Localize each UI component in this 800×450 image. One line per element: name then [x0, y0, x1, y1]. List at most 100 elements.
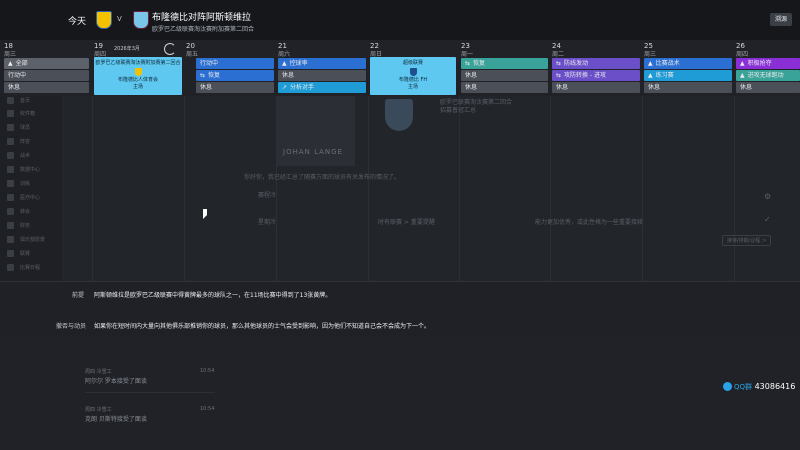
versus-label: V	[117, 15, 122, 23]
calendar-slot[interactable]: ⇆ 恢复	[196, 70, 274, 81]
calendar-slot[interactable]: ▲ 积极抢夺	[736, 58, 800, 69]
calendar-slot[interactable]: ↗ 分析对手	[278, 82, 366, 93]
calendar-slot[interactable]: ▲ 比赛战术	[644, 58, 732, 69]
calendar-slot[interactable]: ▲ 进攻无球跑动	[736, 70, 800, 81]
match-card[interactable]: 欧罗巴乙级联赛淘汰赛附加赛第二回合 布隆德比人体育会 主场	[94, 57, 182, 95]
calendar-day: 22 周日 超级联赛 布隆德比 FH 主场	[370, 40, 456, 96]
nav-item[interactable]: 俱乐部愿景	[20, 236, 45, 243]
analysis-icon: ↗	[282, 84, 288, 91]
calendar-slot[interactable]: ⇆ 恢复	[461, 58, 548, 69]
match-card[interactable]: 超级联赛 布隆德比 FH 主场	[370, 57, 456, 95]
match-opponent: 布隆德比人体育会	[117, 77, 158, 83]
day-header: 25 周三	[644, 42, 657, 58]
loading-spinner-icon	[164, 43, 176, 55]
grid-line	[550, 96, 551, 281]
check-icon[interactable]: ✓	[764, 215, 771, 224]
match-competition: 欧罗巴乙级联赛淘汰赛附加赛第二回合	[95, 60, 181, 66]
session-icon: ▲	[8, 60, 13, 67]
data-icon	[7, 166, 14, 173]
day-header: 26 周四	[736, 42, 749, 58]
nav-item[interactable]: 转会	[20, 208, 30, 215]
calendar-slot[interactable]: 休息	[461, 70, 548, 81]
mouse-cursor-icon	[203, 209, 207, 219]
calendar-slot[interactable]: 休息	[644, 82, 732, 93]
today-button[interactable]: 今天	[68, 14, 86, 27]
grid-line	[642, 96, 643, 281]
nav-item[interactable]: 数据中心	[20, 166, 40, 173]
training-icon	[7, 180, 14, 187]
transfer-icon	[7, 208, 14, 215]
calendar-slot[interactable]: 行动中	[196, 58, 274, 69]
calendar-slot[interactable]: ▲ 全部	[4, 58, 89, 69]
swap-icon: ⇆	[556, 72, 562, 79]
qq-number: 43086416	[754, 382, 796, 391]
nav-item[interactable]: 联赛	[20, 250, 30, 257]
nav-item[interactable]: 首页	[20, 97, 30, 104]
nav-item[interactable]: 财务	[20, 222, 30, 229]
divider	[85, 392, 215, 393]
club-crest-icon	[134, 68, 142, 76]
calendar-day: 20 周五 行动中 ⇆ 恢复 休息	[186, 40, 274, 96]
nav-item[interactable]: 阵容	[20, 138, 30, 145]
away-club-crest-icon	[133, 11, 149, 29]
calendar-slot[interactable]: 休息	[278, 70, 366, 81]
calendar-day: 21 周六 ▲ 控球率 休息 ↗ 分析对手	[278, 40, 366, 96]
players-icon	[7, 124, 14, 131]
calendar-slot[interactable]: ▲ 控球率	[278, 58, 366, 69]
calendar-slot[interactable]: ⇆ 攻防转换 - 进攻	[552, 70, 640, 81]
bg-line-b: 招募普冠汇总	[440, 107, 477, 114]
day-header: 23 周一	[461, 42, 474, 58]
home-club-crest-icon	[96, 11, 112, 29]
grid-line	[459, 96, 460, 281]
message-time: 10:54	[200, 406, 215, 412]
session-icon: ▲	[740, 72, 745, 79]
calendar-slot[interactable]: 行动中	[4, 70, 89, 81]
message-time: 10:54	[200, 368, 215, 374]
match-title[interactable]: 布隆德比对阵阿斯顿维拉	[152, 10, 251, 23]
nav-item[interactable]: 比赛日程	[20, 264, 40, 271]
nav-item[interactable]: 医疗中心	[20, 194, 40, 201]
close-button[interactable]: 溯源	[770, 13, 792, 26]
calendar-slot[interactable]: 休息	[552, 82, 640, 93]
nav-item[interactable]: 收件箱	[20, 110, 35, 117]
calendar-day: 18 周三 ▲ 全部 行动中 休息	[4, 40, 89, 96]
tactics-icon	[7, 152, 14, 159]
nav-item[interactable]: 训练	[20, 180, 30, 187]
grid-line	[184, 96, 185, 281]
calendar-slot[interactable]: 休息	[736, 82, 800, 93]
schedule-icon	[7, 264, 14, 271]
calendar-slot[interactable]: ▲ 练习赛	[644, 70, 732, 81]
calendar-slot[interactable]: 休息	[4, 82, 89, 93]
player-name: JOHAN LANGE	[283, 148, 344, 156]
nav-item[interactable]: 战术	[20, 152, 30, 159]
nav-item[interactable]: 球员	[20, 124, 30, 131]
session-icon: ▲	[648, 72, 653, 79]
match-subtitle: 欧罗巴乙级联赛淘汰赛附加赛第二回合	[152, 26, 255, 33]
inbox-icon	[7, 110, 14, 117]
bg-intro: 你好你，我已经汇总了随赛方面的球员有关发布的情况了。	[244, 174, 401, 181]
message-meta: 周四 冷雪工	[85, 407, 112, 413]
info-text: 如果你在短时间内大量向其他俱乐部推销你的球员，那么其他球员的士气会受到影响，因为…	[94, 323, 431, 330]
session-icon: ▲	[648, 60, 653, 67]
month-label: 2026年3月	[114, 46, 140, 52]
session-icon: ▲	[282, 60, 287, 67]
arrange-button[interactable]: 接待/排期/议程 >	[722, 235, 772, 246]
message-text[interactable]: 克朗 贝斯特接受了面谈	[85, 414, 147, 423]
calendar-slot[interactable]: 休息	[196, 82, 274, 93]
club-crest-icon	[385, 99, 413, 131]
calendar-day: 25 周三 ▲ 比赛战术 ▲ 练习赛 休息	[644, 40, 732, 96]
bg-col1: 赛程冷	[258, 192, 277, 199]
match-venue: 主场	[132, 84, 143, 90]
message-text[interactable]: 阿尔尔 罗本接受了面谈	[85, 376, 147, 385]
qq-watermark: QQ群 43086416	[723, 382, 795, 392]
gear-icon[interactable]: ⚙	[764, 192, 771, 201]
background-content	[62, 96, 800, 281]
calendar-day: 23 周一 ⇆ 恢复 休息 休息	[461, 40, 548, 96]
calendar-slot[interactable]: ⇆ 防线发动	[552, 58, 640, 69]
vision-icon	[7, 236, 14, 243]
day-header: 18 周三	[4, 42, 17, 58]
match-competition: 超级联赛	[402, 60, 423, 66]
calendar-day: 26 周四 ▲ 积极抢夺 ▲ 进攻无球跑动 休息	[736, 40, 800, 96]
message-meta: 周四 冷雪工	[85, 369, 112, 375]
calendar-slot[interactable]: 休息	[461, 82, 548, 93]
